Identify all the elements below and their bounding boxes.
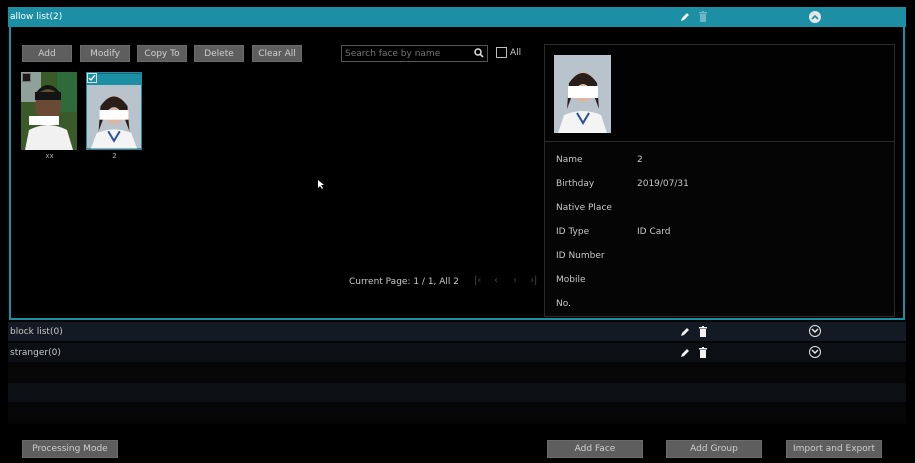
trash-icon[interactable] (698, 347, 708, 358)
face-checkbox[interactable] (22, 73, 31, 82)
face-name: 2 (112, 152, 117, 160)
face-name: xx (45, 152, 54, 160)
detail-label-mobile: Mobile (556, 275, 586, 285)
detail-value-id-type: ID Card (637, 227, 671, 237)
detail-value-birthday: 2019/07/31 (637, 179, 689, 189)
face-photo (21, 72, 77, 150)
trash-icon[interactable] (698, 11, 708, 22)
select-all-checkbox[interactable] (496, 47, 507, 58)
add-button[interactable]: Add (22, 45, 72, 62)
face-checkbox[interactable] (87, 73, 97, 83)
expand-chevron-down-icon[interactable] (809, 325, 821, 337)
trash-icon[interactable] (698, 326, 708, 337)
next-page-icon[interactable]: › (513, 275, 517, 286)
copy-to-button[interactable]: Copy To (137, 45, 187, 62)
import-export-button[interactable]: Import and Export (786, 440, 882, 458)
processing-mode-button[interactable]: Processing Mode (22, 440, 118, 458)
detail-label-birthday: Birthday (556, 179, 595, 189)
edit-pen-icon[interactable] (680, 327, 690, 337)
empty-row (8, 383, 906, 402)
detail-label-native-place: Native Place (556, 203, 612, 213)
modify-button[interactable]: Modify (80, 45, 130, 62)
empty-row (8, 403, 906, 422)
edit-pen-icon[interactable] (680, 348, 690, 358)
group-header-block-list[interactable]: block list(0) (8, 322, 906, 341)
group-header-stranger[interactable]: stranger(0) (8, 343, 906, 362)
face-card[interactable]: xx (21, 72, 78, 160)
group-header-allow-list[interactable]: allow list(2) (8, 7, 906, 27)
prev-page-icon[interactable]: ‹ (494, 275, 498, 286)
group-title: stranger(0) (10, 347, 61, 358)
expand-chevron-down-icon[interactable] (809, 346, 821, 358)
edit-pen-icon[interactable] (680, 12, 690, 22)
search-input[interactable] (341, 45, 488, 62)
group-title: allow list(2) (10, 12, 63, 22)
add-face-button[interactable]: Add Face (547, 440, 643, 458)
group-title: block list(0) (10, 326, 63, 337)
detail-label-id-number: ID Number (556, 251, 605, 261)
detail-value-name: 2 (637, 155, 643, 165)
collapse-chevron-up-icon[interactable] (809, 11, 821, 23)
select-all-label: All (510, 48, 522, 58)
add-group-button[interactable]: Add Group (666, 440, 762, 458)
clear-all-button[interactable]: Clear All (252, 45, 302, 62)
first-page-icon[interactable]: |‹ (474, 275, 481, 286)
detail-label-number: No. (556, 299, 571, 309)
detail-label-id-type: ID Type (556, 227, 590, 237)
search-icon[interactable] (474, 48, 484, 58)
delete-button[interactable]: Delete (194, 45, 244, 62)
detail-face-photo (554, 55, 611, 133)
page-indicator: Current Page: 1 / 1, All 2 (349, 277, 460, 287)
empty-row (8, 363, 906, 382)
face-card[interactable]: 2 (86, 72, 143, 160)
last-page-icon[interactable]: ›| (530, 275, 537, 286)
detail-label-name: Name (556, 155, 583, 165)
face-photo (86, 72, 142, 150)
mouse-cursor-icon (318, 180, 324, 189)
